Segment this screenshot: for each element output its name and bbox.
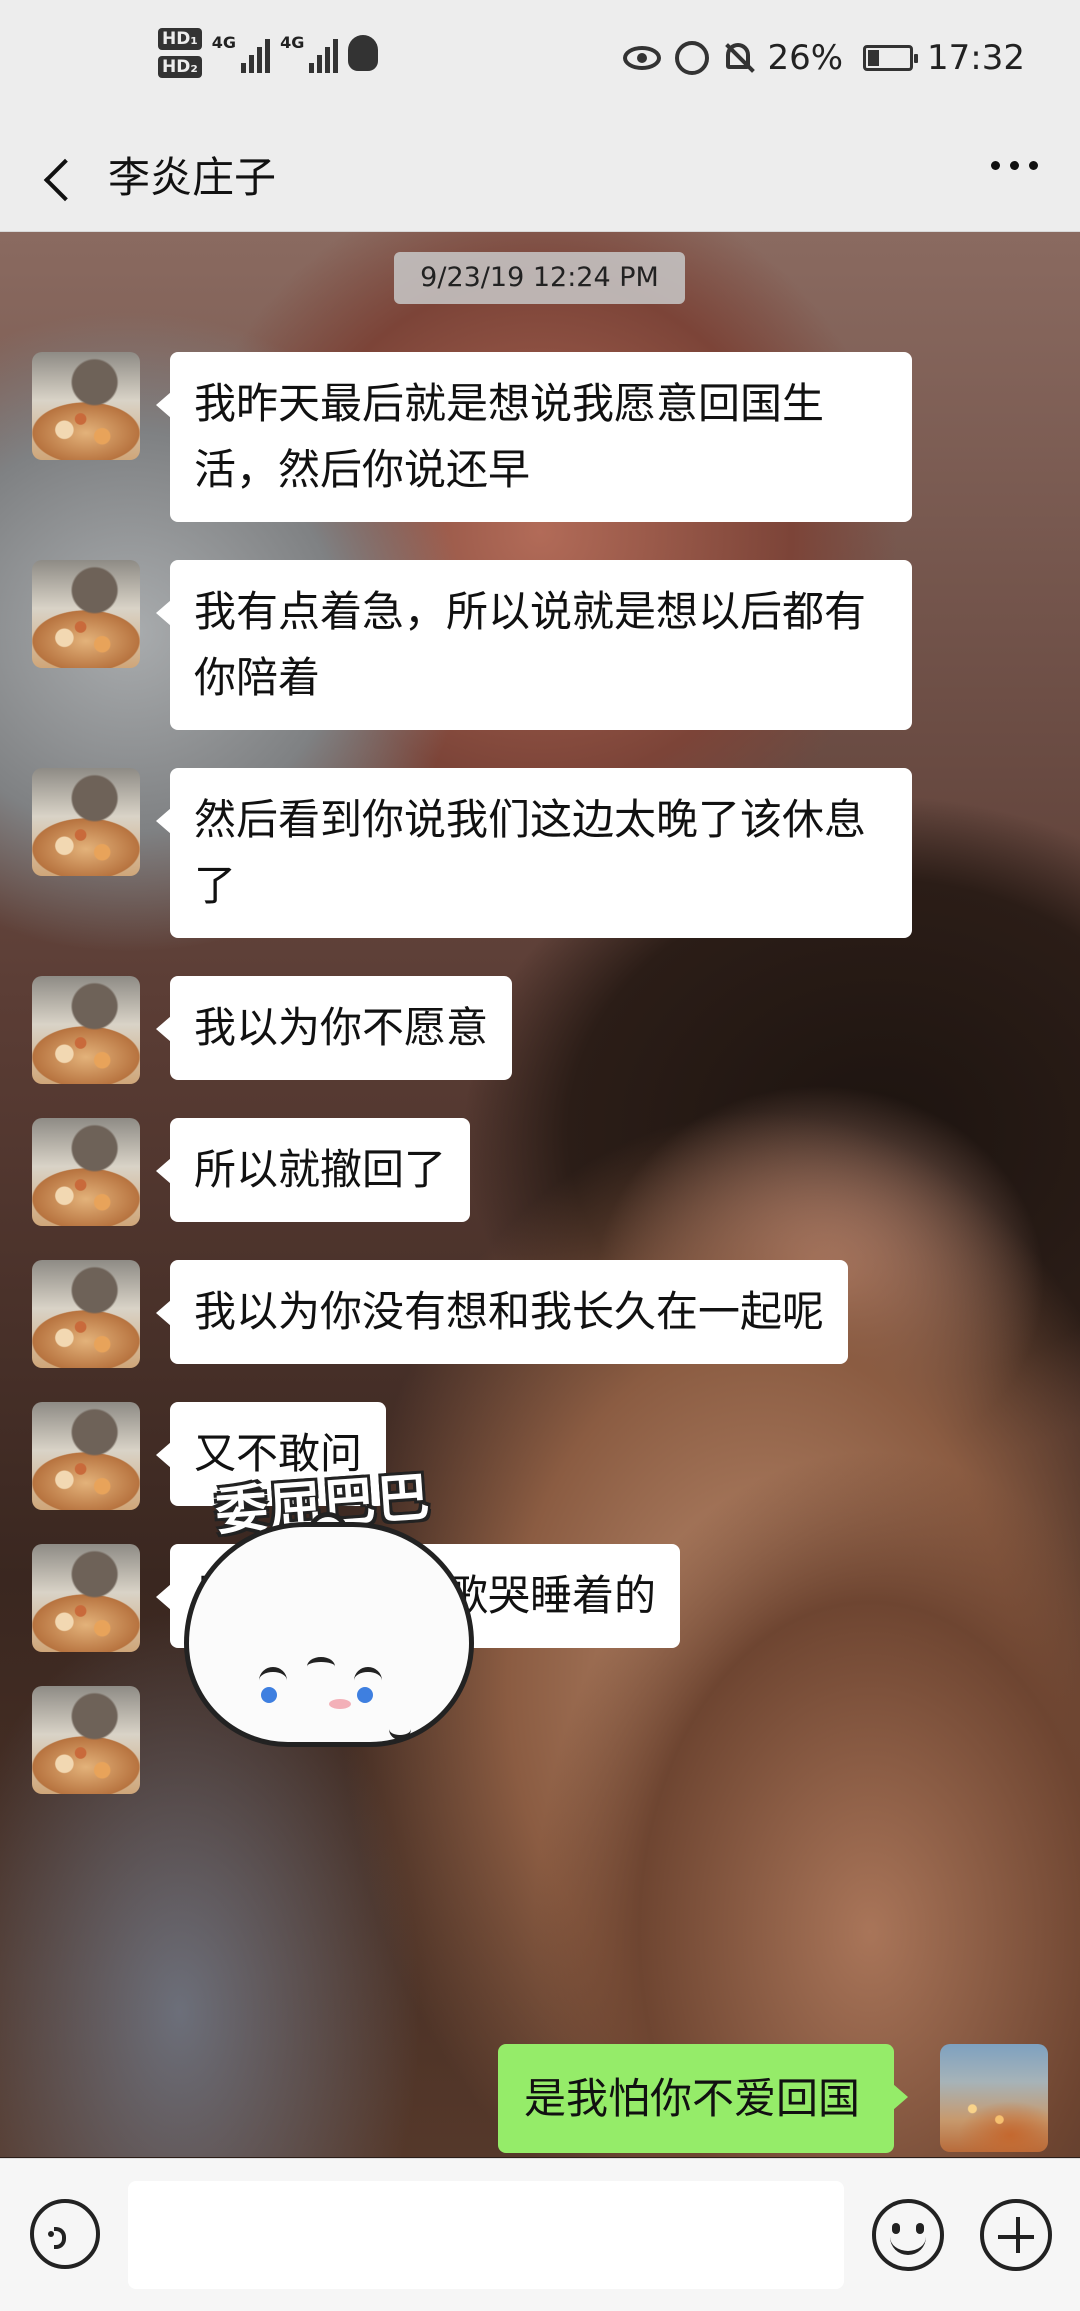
sticker-mouth <box>389 1717 411 1740</box>
contact-avatar[interactable] <box>32 560 140 668</box>
more-options-icon[interactable] <box>991 161 1038 170</box>
input-bar <box>0 2158 1080 2311</box>
crying-bun-sticker-icon <box>184 1522 474 1747</box>
contact-avatar[interactable] <box>32 1118 140 1226</box>
contact-avatar[interactable] <box>32 1544 140 1652</box>
voice-input-icon[interactable] <box>30 2199 100 2269</box>
status-left: HD₁ HD₂ 4G 4G <box>158 28 379 78</box>
hd2-badge: HD₂ <box>158 56 202 78</box>
message-bubble[interactable]: 所以就撤回了 <box>155 1118 471 1222</box>
message-bubble[interactable]: 然后看到你说我们这边太晚了该休息了 <box>156 768 912 938</box>
contact-avatar[interactable] <box>32 1686 140 1794</box>
plus-icon[interactable] <box>980 2199 1052 2271</box>
message-bubble[interactable]: 我以为你不愿意 <box>155 976 513 1080</box>
signal-2-icon: 4G <box>280 33 339 73</box>
message-bubble[interactable]: 我昨天最后就是想说我愿意回国生活，然后你说还早 <box>156 352 912 522</box>
sticker-brow <box>307 1657 335 1676</box>
network-2-label: 4G <box>280 33 305 52</box>
battery-percent: 26% <box>767 38 844 78</box>
sticker-message[interactable]: 委屈巴巴 <box>180 1462 490 1762</box>
message-bubble[interactable]: 我有点着急，所以说就是想以后都有你陪着 <box>156 560 912 730</box>
contact-avatar[interactable] <box>32 1260 140 1368</box>
chat-header: 李炎庄子 <box>0 125 1080 232</box>
tear-icon <box>261 1687 277 1703</box>
contact-avatar[interactable] <box>32 976 140 1084</box>
contact-avatar[interactable] <box>32 1402 140 1510</box>
message-bubble[interactable]: 我以为你没有想和我长久在一起呢 <box>155 1260 849 1364</box>
signal-1-icon: 4G <box>211 33 271 73</box>
contact-avatar[interactable] <box>32 768 140 876</box>
qq-icon <box>348 35 379 71</box>
hd-indicator: HD₁ HD₂ <box>158 28 202 78</box>
network-1-label: 4G <box>211 33 237 52</box>
emoji-icon[interactable] <box>872 2199 944 2271</box>
back-arrow-icon[interactable] <box>40 155 80 201</box>
message-timestamp: 9/23/19 12:24 PM <box>394 252 685 304</box>
contact-avatar[interactable] <box>32 352 140 460</box>
battery-icon <box>863 45 919 71</box>
my-avatar[interactable] <box>940 2044 1048 2152</box>
outgoing-message-bubble[interactable]: 是我怕你不爱回国 <box>498 2044 909 2153</box>
status-bar: HD₁ HD₂ 4G 4G 26% 17:32 <box>0 0 1080 125</box>
tear-icon <box>357 1687 373 1703</box>
battery-fill <box>868 50 880 66</box>
status-right: 26% 17:32 <box>623 38 1025 78</box>
eye-comfort-icon <box>623 46 662 70</box>
clock: 17:32 <box>927 38 1025 78</box>
message-input[interactable] <box>128 2181 844 2289</box>
sticker-blush <box>329 1699 351 1709</box>
contact-name: 李炎庄子 <box>108 153 277 202</box>
chat-area[interactable]: 9/23/19 12:24 PM 我昨天最后就是想说我愿意回国生活，然后你说还早… <box>0 232 1080 2157</box>
hd1-badge: HD₁ <box>158 28 202 50</box>
mute-bell-icon <box>723 41 753 75</box>
alarm-icon <box>675 41 710 75</box>
